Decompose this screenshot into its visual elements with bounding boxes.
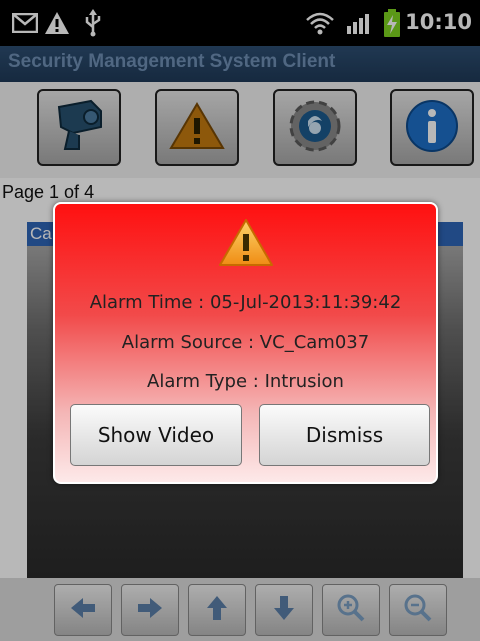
- alarm-time-text: Alarm Time : 05-Jul-2013:11:39:42: [89, 292, 402, 313]
- alarm-type-text: Alarm Type : Intrusion: [147, 371, 344, 392]
- alarm-source-text: Alarm Source : VC_Cam037: [121, 332, 370, 353]
- dismiss-button[interactable]: Dismiss: [259, 404, 430, 466]
- alarm-dialog: Alarm Time : 05-Jul-2013:11:39:42 Alarm …: [53, 202, 438, 484]
- show-video-button[interactable]: Show Video: [70, 404, 242, 466]
- warning-icon: [218, 218, 274, 268]
